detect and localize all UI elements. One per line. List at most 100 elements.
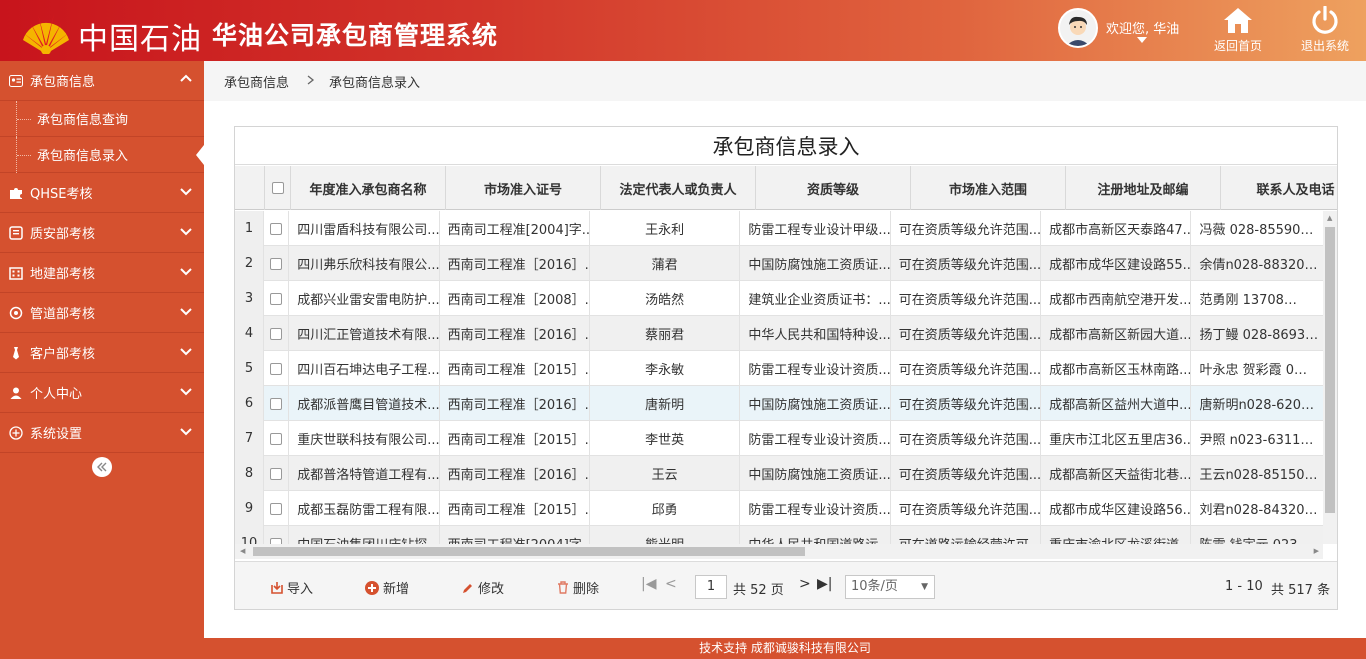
row-checkbox-cell[interactable] (264, 281, 290, 316)
chevron-up-icon (180, 74, 192, 82)
home-button[interactable]: 返回首页 (1207, 6, 1269, 58)
header-select-all[interactable] (265, 166, 291, 210)
table-row[interactable]: 7 重庆世联科技有限公司... 西南司工程准［2015］... 李世英 防雷工程专业设计… (235, 421, 1337, 456)
sidebar-subitem-label: 承包商信息查询 (37, 113, 129, 128)
table-row[interactable]: 8 成都普洛特管道工程有... 西南司工程准［2016］... 王云 中国防腐蚀施工资质… (235, 456, 1337, 491)
building-icon (8, 265, 24, 281)
table-row[interactable]: 10 中国石油集团川庆钻探...西南司工程准[2004]字...熊光明中华人民共和… (235, 526, 1337, 544)
cell-level: 建筑业企业资质证书：... (740, 281, 891, 316)
row-checkbox[interactable] (270, 327, 283, 340)
sidebar-item-label: 个人中心 (30, 387, 83, 402)
chevron-down-icon (180, 388, 192, 396)
sidebar-subitem-contractor-query[interactable]: 承包商信息查询 (0, 101, 204, 137)
scroll-up-arrow-icon[interactable]: ▲ (1327, 214, 1332, 222)
cell-cert: 西南司工程准［2016］... (440, 316, 590, 351)
row-checkbox-cell[interactable] (264, 456, 290, 491)
add-button[interactable]: 新增 (365, 578, 409, 597)
cell-scope: 可在资质等级允许范围... (891, 491, 1042, 526)
cell-contact: 扬丁鳗 028-8693… (1191, 316, 1337, 351)
sidebar-item-pipeline[interactable]: 管道部考核 (0, 293, 204, 333)
import-button[interactable]: 导入 (271, 578, 313, 597)
table-row[interactable]: 1 四川雷盾科技有限公司... 西南司工程准[2004]字... 王永利 防雷工程专业设… (235, 211, 1337, 246)
grid-toolbar-pager: 导入 新增 修改 删除 |◀ < 1 共 52 页 > ▶| 10条/页 ▼ 1… (235, 561, 1337, 609)
scroll-left-arrow-icon[interactable]: ◀ (240, 547, 245, 555)
next-page-icon[interactable]: > (799, 576, 811, 592)
row-checkbox-cell[interactable] (264, 386, 290, 421)
table-row[interactable]: 4 四川汇正管道技术有限... 西南司工程准［2016］... 蔡丽君 中华人民共和国特… (235, 316, 1337, 351)
cell-rep: 李永敏 (590, 351, 741, 386)
cell-cert: 西南司工程准［2015］... (440, 421, 590, 456)
system-title: 华油公司承包商管理系统 (212, 21, 499, 50)
header-col-address[interactable]: 注册地址及邮编 (1066, 166, 1221, 210)
sidebar-item-ground-construction[interactable]: 地建部考核 (0, 253, 204, 293)
cell-cert: 西南司工程准[2004]字... (440, 211, 590, 246)
sidebar-item-label: 质安部考核 (30, 227, 96, 242)
row-checkbox[interactable] (270, 362, 283, 375)
header-col-rep[interactable]: 法定代表人或负责人 (601, 166, 756, 210)
cell-level: 防雷工程专业设计资质... (740, 421, 891, 456)
cell-addr: 成都市西南航空港开发... (1041, 281, 1192, 316)
delete-button[interactable]: 删除 (557, 578, 599, 597)
prev-page-icon[interactable]: < (665, 576, 677, 592)
logout-button[interactable]: 退出系统 (1294, 6, 1356, 58)
header-col-contact[interactable]: 联系人及电话 (1221, 166, 1337, 210)
row-checkbox-cell[interactable] (264, 246, 290, 281)
row-checkbox-cell[interactable] (264, 526, 290, 544)
select-all-checkbox[interactable] (271, 182, 284, 194)
row-checkbox[interactable] (270, 222, 283, 235)
first-page-icon[interactable]: |◀ (641, 576, 656, 592)
cell-addr: 成都市高新区天泰路47... (1041, 211, 1192, 246)
edit-button[interactable]: 修改 (462, 578, 504, 597)
row-checkbox[interactable] (270, 257, 283, 270)
row-checkbox[interactable] (270, 432, 283, 445)
trash-icon (558, 581, 568, 594)
vertical-scroll-thumb[interactable] (1325, 227, 1335, 513)
page-number-input[interactable]: 1 (695, 575, 727, 599)
sidebar-item-system-settings[interactable]: 系统设置 (0, 413, 204, 453)
cell-rep: 李世英 (590, 421, 741, 456)
user-avatar[interactable] (1058, 8, 1098, 48)
sidebar-subitem-contractor-entry[interactable]: 承包商信息录入 (0, 137, 204, 173)
table-row[interactable]: 5 四川百石坤达电子工程... 西南司工程准［2015］... 李永敏 防雷工程专业设计… (235, 351, 1337, 386)
horizontal-scrollbar[interactable]: ◀ ▶ (235, 544, 1323, 559)
sidebar-collapse-button[interactable] (92, 457, 112, 477)
scroll-right-arrow-icon[interactable]: ▶ (1314, 547, 1319, 555)
table-row[interactable]: 6 成都派普鹰目管道技术... 西南司工程准［2016］... 唐新明 中国防腐蚀施工资… (235, 386, 1337, 421)
page-size-select[interactable]: 10条/页 ▼ (845, 575, 935, 599)
sidebar-item-contractor-info[interactable]: 承包商信息 (0, 61, 204, 101)
breadcrumb-level1[interactable]: 承包商信息 (224, 72, 289, 91)
row-checkbox-cell[interactable] (264, 421, 290, 456)
header-col-cert[interactable]: 市场准入证号 (446, 166, 601, 210)
row-checkbox[interactable] (270, 397, 283, 410)
row-checkbox-cell[interactable] (264, 351, 290, 386)
row-checkbox[interactable] (270, 502, 283, 515)
last-page-icon[interactable]: ▶| (817, 576, 832, 592)
cell-contact: 叶永忠 贺彩霞 0… (1191, 351, 1337, 386)
logout-label: 退出系统 (1300, 39, 1349, 53)
row-checkbox-cell[interactable] (264, 491, 290, 526)
welcome-text[interactable]: 欢迎您, 华油 (1106, 18, 1179, 37)
table-row[interactable]: 9 成都玉磊防雷工程有限... 西南司工程准［2015］... 邱勇 防雷工程专业设计资… (235, 491, 1337, 526)
row-checkbox-cell[interactable] (264, 211, 290, 246)
sidebar-item-label: 地建部考核 (30, 267, 96, 282)
row-number: 10 (235, 526, 265, 544)
cell-contact: 范勇刚 13708… (1191, 281, 1337, 316)
user-menu-caret-icon[interactable] (1137, 37, 1147, 43)
row-checkbox[interactable] (270, 292, 283, 305)
sidebar-item-customer[interactable]: 客户部考核 (0, 333, 204, 373)
vertical-scrollbar[interactable]: ▲ (1323, 211, 1337, 544)
horizontal-scroll-thumb[interactable] (253, 547, 805, 556)
header-col-name[interactable]: 年度准入承包商名称 (291, 166, 446, 210)
row-checkbox-cell[interactable] (264, 316, 290, 351)
cell-addr: 重庆市江北区五里店36... (1041, 421, 1192, 456)
table-row[interactable]: 3 成都兴业雷安雷电防护... 西南司工程准［2008］... 汤皓然 建筑业企业资质证… (235, 281, 1337, 316)
row-checkbox[interactable] (270, 467, 283, 480)
sidebar-item-quality-safety[interactable]: 质安部考核 (0, 213, 204, 253)
cell-scope: 可在资质等级允许范围... (891, 246, 1042, 281)
sidebar-item-qhse[interactable]: QHSE考核 (0, 173, 204, 213)
header-col-scope[interactable]: 市场准入范围 (911, 166, 1066, 210)
header-col-level[interactable]: 资质等级 (756, 166, 911, 210)
pipe-icon (8, 305, 24, 321)
sidebar-item-personal-center[interactable]: 个人中心 (0, 373, 204, 413)
table-row[interactable]: 2 四川弗乐欣科技有限公... 西南司工程准［2016］... 蒲君 中国防腐蚀施工资质… (235, 246, 1337, 281)
